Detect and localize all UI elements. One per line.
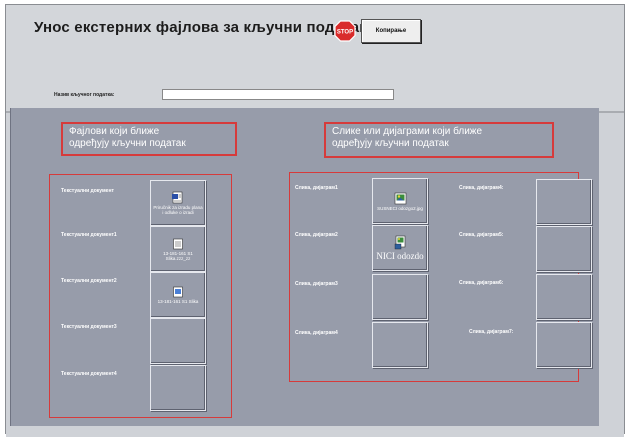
- images-heading-line2: одређују кључни податак: [332, 138, 449, 149]
- image-row-label: Слика, дијаграм1: [295, 185, 338, 191]
- file-tile-caption: Priručnik za izradu plana i odluke o izr…: [153, 205, 203, 215]
- images-heading: Слике или дијаграми који ближе одређују …: [324, 122, 554, 158]
- word-document-icon: [172, 191, 183, 204]
- image-row-label: Слика, дијаграм5:: [459, 232, 504, 238]
- file-row-label: Текстуални документ: [61, 188, 114, 194]
- image-tile-3[interactable]: [372, 274, 428, 320]
- image-tile-8[interactable]: [536, 322, 592, 368]
- files-heading-line2: одређују кључни податак: [69, 138, 186, 149]
- image-tile-caption: SUSNECI odozgo2.jpg: [377, 205, 423, 211]
- file-tile-3[interactable]: [150, 318, 206, 364]
- file-tile-0[interactable]: Priručnik za izradu plana i odluke o izr…: [150, 180, 206, 226]
- attachments-canvas: Фајлови који ближе одређују кључни подат…: [10, 108, 599, 426]
- document-icon: [173, 286, 183, 298]
- files-heading: Фајлови који ближе одређују кључни подат…: [61, 122, 237, 156]
- image-file-icon: [394, 192, 406, 204]
- image-row-label: Слика, дијаграм4: [295, 330, 338, 336]
- file-tile-caption: 13-181-161 S1 Slika: [157, 299, 199, 304]
- image-tile-2[interactable]: NICI odozdo: [372, 225, 428, 271]
- image-file-icon: [394, 235, 405, 250]
- file-row-label: Текстуални документ2: [61, 278, 117, 284]
- image-row-label: Слика, дијаграм6:: [459, 280, 504, 286]
- file-tile-caption: 13-181-161 S1 Slika.zzz_zz: [163, 250, 193, 261]
- form-header: Унос екстерних фајлова за кључни податак…: [6, 5, 624, 111]
- image-tile-5[interactable]: [536, 179, 592, 225]
- svg-text:STOP: STOP: [337, 30, 353, 36]
- image-tile-1[interactable]: SUSNECI odozgo2.jpg: [372, 178, 428, 224]
- image-tile-6[interactable]: [536, 226, 592, 272]
- file-tile-2[interactable]: 13-181-161 S1 Slika: [150, 272, 206, 318]
- images-heading-line1: Слике или дијаграми који ближе: [332, 126, 483, 137]
- key-field-label: Назив кључног податка:: [54, 92, 115, 98]
- image-row-label: Слика, дијаграм3: [295, 281, 338, 287]
- copy-button[interactable]: Копирање: [361, 19, 421, 43]
- files-heading-line1: Фајлови који ближе: [69, 126, 160, 137]
- file-row-label: Текстуални документ1: [61, 232, 117, 238]
- stop-sign-icon[interactable]: STOP: [334, 20, 356, 42]
- key-field-input[interactable]: [162, 89, 394, 100]
- image-tile-7[interactable]: [536, 274, 592, 320]
- image-tile-4[interactable]: [372, 322, 428, 368]
- page-title: Унос екстерних фајлова за кључни податак: [34, 19, 367, 36]
- file-row-label: Текстуални документ4: [61, 371, 117, 377]
- image-tile-caption: NICI odozdo: [376, 251, 424, 261]
- image-row-label: Слика, дијаграм7:: [469, 329, 514, 335]
- document-icon: [173, 238, 183, 249]
- image-row-label: Слика, дијаграм2: [295, 232, 338, 238]
- file-row-label: Текстуални документ3: [61, 324, 117, 330]
- file-tile-4[interactable]: [150, 365, 206, 411]
- image-row-label: Слика, дијаграм4:: [459, 185, 504, 191]
- file-tile-1[interactable]: 13-181-161 S1 Slika.zzz_zz: [150, 226, 206, 272]
